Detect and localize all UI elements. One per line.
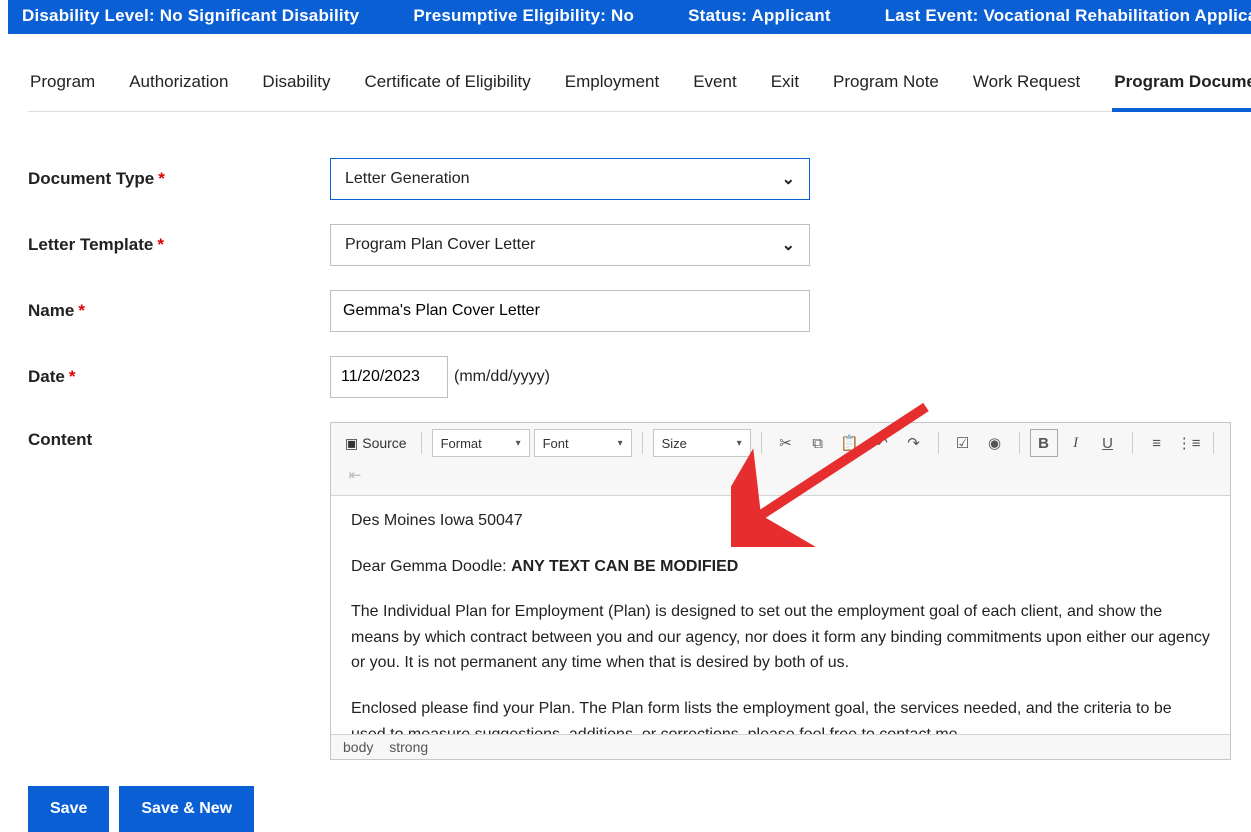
chevron-down-icon: ⌄ bbox=[782, 169, 795, 189]
italic-button[interactable]: I bbox=[1062, 429, 1090, 457]
path-strong[interactable]: strong bbox=[389, 739, 428, 755]
toolbar-source-button[interactable]: ▣ Source bbox=[341, 431, 411, 456]
editor-line-salutation: Dear Gemma Doodle: ANY TEXT CAN BE MODIF… bbox=[351, 554, 1210, 580]
status-disability: Disability Level: No Significant Disabil… bbox=[22, 6, 359, 26]
tab-certificate-eligibility[interactable]: Certificate of Eligibility bbox=[362, 58, 532, 111]
editor-element-path: body strong bbox=[331, 734, 1230, 759]
status-status: Status: Applicant bbox=[688, 6, 831, 26]
cut-icon[interactable]: ✂ bbox=[772, 429, 800, 457]
paste-icon[interactable]: 📋 bbox=[836, 429, 864, 457]
save-button[interactable]: Save bbox=[28, 786, 109, 832]
label-content: Content bbox=[28, 422, 330, 450]
select-document-type[interactable]: Letter Generation ⌄ bbox=[330, 158, 810, 200]
bold-button[interactable]: B bbox=[1030, 429, 1058, 457]
status-presumptive: Presumptive Eligibility: No bbox=[413, 6, 634, 26]
input-date[interactable] bbox=[330, 356, 448, 398]
redo-icon[interactable]: ↷ bbox=[900, 429, 928, 457]
toolbar-font-dropdown[interactable]: Font▾ bbox=[534, 429, 632, 457]
tab-disability[interactable]: Disability bbox=[260, 58, 332, 111]
editor-para-enclosed: Enclosed please find your Plan. The Plan… bbox=[351, 696, 1210, 734]
tab-program-document[interactable]: Program Document bbox=[1112, 58, 1251, 112]
status-bar: Disability Level: No Significant Disabil… bbox=[8, 0, 1251, 34]
editor-content-area[interactable]: Des Moines Iowa 50047 Dear Gemma Doodle:… bbox=[331, 496, 1230, 734]
date-format-hint: (mm/dd/yyyy) bbox=[454, 368, 550, 386]
editor-para-plan: The Individual Plan for Employment (Plan… bbox=[351, 599, 1210, 676]
copy-icon[interactable]: ⧉ bbox=[804, 429, 832, 457]
input-name[interactable] bbox=[330, 290, 810, 332]
tab-bar: Program Authorization Disability Certifi… bbox=[28, 58, 1231, 112]
undo-icon[interactable]: ↶ bbox=[868, 429, 896, 457]
select-letter-template[interactable]: Program Plan Cover Letter ⌄ bbox=[330, 224, 810, 266]
select-letter-template-value: Program Plan Cover Letter bbox=[345, 236, 535, 254]
status-last-event: Last Event: Vocational Rehabilitation Ap… bbox=[885, 6, 1251, 26]
toolbar-size-dropdown[interactable]: Size▾ bbox=[653, 429, 751, 457]
label-letter-template: Letter Template* bbox=[28, 235, 330, 255]
save-and-new-button[interactable]: Save & New bbox=[119, 786, 254, 832]
tab-exit[interactable]: Exit bbox=[769, 58, 801, 111]
tab-work-request[interactable]: Work Request bbox=[971, 58, 1082, 111]
label-date: Date* bbox=[28, 367, 330, 387]
checkbox-icon[interactable]: ☑ bbox=[949, 429, 977, 457]
editor-line-address: Des Moines Iowa 50047 bbox=[351, 508, 1210, 534]
outdent-icon[interactable]: ⇤ bbox=[341, 461, 369, 489]
tab-authorization[interactable]: Authorization bbox=[127, 58, 230, 111]
radio-icon[interactable]: ◉ bbox=[981, 429, 1009, 457]
numbered-list-icon[interactable]: ≡ bbox=[1143, 429, 1171, 457]
label-name: Name* bbox=[28, 301, 330, 321]
toolbar-format-dropdown[interactable]: Format▾ bbox=[432, 429, 530, 457]
tab-program[interactable]: Program bbox=[28, 58, 97, 111]
tab-program-note[interactable]: Program Note bbox=[831, 58, 941, 111]
underline-button[interactable]: U bbox=[1094, 429, 1122, 457]
editor-toolbar: ▣ Source Format▾ Font▾ Size▾ ✂ bbox=[331, 423, 1230, 496]
tab-event[interactable]: Event bbox=[691, 58, 738, 111]
source-icon: ▣ bbox=[345, 435, 358, 452]
bullet-list-icon[interactable]: ⋮≡ bbox=[1175, 429, 1203, 457]
rich-text-editor: ▣ Source Format▾ Font▾ Size▾ ✂ bbox=[330, 422, 1231, 760]
path-body[interactable]: body bbox=[343, 739, 373, 755]
label-document-type: Document Type* bbox=[28, 169, 330, 189]
select-document-type-value: Letter Generation bbox=[345, 170, 470, 188]
tab-employment[interactable]: Employment bbox=[563, 58, 661, 111]
chevron-down-icon: ⌄ bbox=[782, 235, 795, 255]
